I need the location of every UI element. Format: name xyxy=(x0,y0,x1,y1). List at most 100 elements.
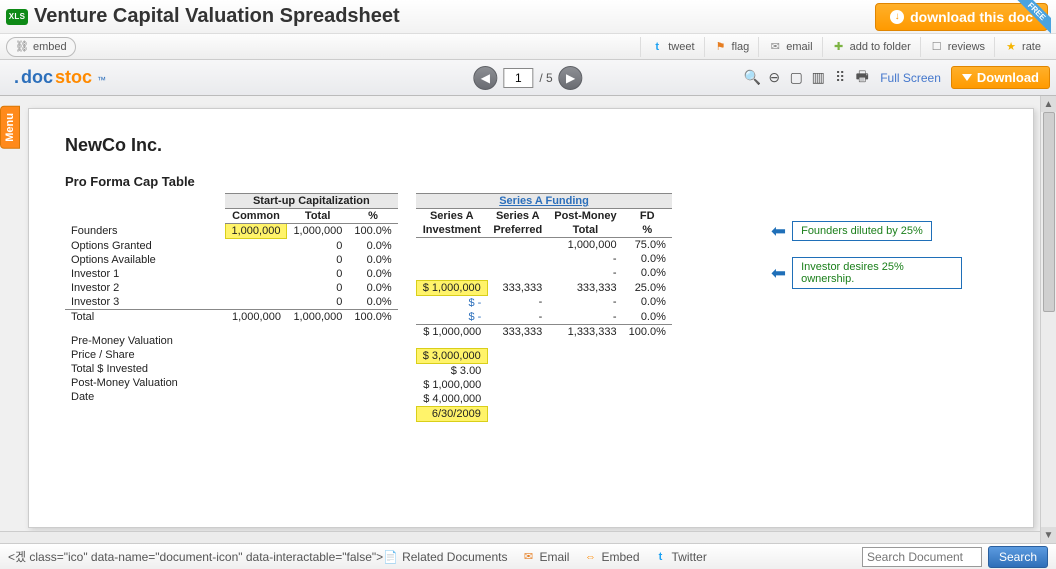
row-fd: 0.0% xyxy=(623,252,672,266)
download-doc-button[interactable]: ↓ download this doc FREE xyxy=(875,3,1048,31)
print-icon[interactable]: 🖶 xyxy=(854,70,870,86)
total-label: Total xyxy=(65,309,225,324)
next-page-button[interactable]: ▶ xyxy=(559,66,583,90)
embed-link[interactable]: ⇔ Embed xyxy=(583,550,639,564)
row-sainv xyxy=(416,266,487,280)
col-sapref-2: Preferred xyxy=(487,223,548,238)
page-number-input[interactable] xyxy=(503,68,533,88)
col-fd-1: FD xyxy=(623,209,672,224)
prev-page-button[interactable]: ◀ xyxy=(473,66,497,90)
fit-width-icon[interactable]: ▥ xyxy=(810,70,826,86)
logo-doc: doc xyxy=(21,67,53,88)
table-row: 1,000,00075.0% xyxy=(416,238,672,253)
summary-label: Total $ Invested xyxy=(65,362,225,376)
total-sainv: $ 1,000,000 xyxy=(416,324,487,339)
col-sainv-2: Investment xyxy=(416,223,487,238)
twitter-link[interactable]: tTwitter xyxy=(654,550,707,564)
embed-button[interactable]: ⛓ embed xyxy=(6,37,76,57)
email-button[interactable]: ✉email xyxy=(758,37,821,57)
row-label: Investor 1 xyxy=(65,267,225,281)
email-link[interactable]: ✉Email xyxy=(521,550,569,564)
docstoc-logo[interactable]: . doc stoc ™ xyxy=(14,67,106,88)
total-sapref: 333,333 xyxy=(487,324,548,339)
scroll-thumb[interactable] xyxy=(1043,112,1055,312)
total-pct: 100.0% xyxy=(348,309,397,324)
callout-1: ⬅ Founders diluted by 25% xyxy=(771,221,962,241)
row-sapref: - xyxy=(487,295,548,310)
add-folder-label: add to folder xyxy=(850,41,911,53)
row-pmtotal: - xyxy=(548,266,622,280)
tweet-button[interactable]: ttweet xyxy=(640,37,703,57)
row-pmtotal: 1,000,000 xyxy=(548,238,622,253)
summary-value-row: $ 3.00 xyxy=(416,364,672,379)
row-sainv: $ 1,000,000 xyxy=(416,280,487,295)
row-total: 0 xyxy=(287,253,348,267)
row-pmtotal: - xyxy=(548,310,622,325)
top-bar: XLS Venture Capital Valuation Spreadshee… xyxy=(0,0,1056,34)
table-row: -0.0% xyxy=(416,252,672,266)
action-bar: ⛓ embed ttweet ⚑flag ✉email ✚add to fold… xyxy=(0,34,1056,60)
row-pct: 0.0% xyxy=(348,281,397,295)
scroll-down-icon[interactable]: ▼ xyxy=(1041,527,1056,543)
summary-value: $ 1,000,000 xyxy=(416,378,487,392)
table-row: Investor 300.0% xyxy=(65,295,398,310)
vertical-scrollbar[interactable]: ▲ ▼ xyxy=(1040,96,1056,543)
embed-icon: ⇔ xyxy=(583,550,597,564)
fullscreen-link[interactable]: Full Screen xyxy=(880,71,941,85)
embed-link-label: Embed xyxy=(601,550,639,564)
free-ribbon-icon: FREE xyxy=(1017,0,1051,34)
row-label: Options Available xyxy=(65,253,225,267)
related-docs-link[interactable]: <겠 class="ico" data-name="document-icon"… xyxy=(8,548,507,565)
twitter-link-label: Twitter xyxy=(672,550,707,564)
callouts: ⬅ Founders diluted by 25% ⬅ Investor des… xyxy=(771,221,962,305)
row-sapref xyxy=(487,266,548,280)
page-total: / 5 xyxy=(539,71,552,85)
menu-tab[interactable]: Menu xyxy=(0,106,20,149)
viewer-right: 🔍 ⊖ ▢ ▥ ⠿ 🖶 Full Screen Download xyxy=(744,66,1050,89)
fit-page-icon[interactable]: ▢ xyxy=(788,70,804,86)
download-doc-label: download this doc xyxy=(910,9,1033,25)
row-pct: 100.0% xyxy=(348,224,397,239)
rate-button[interactable]: ★rate xyxy=(994,37,1050,57)
row-fd: 0.0% xyxy=(623,266,672,280)
reviews-button[interactable]: ☐reviews xyxy=(920,37,994,57)
scroll-up-icon[interactable]: ▲ xyxy=(1041,96,1056,112)
row-pmtotal: - xyxy=(548,295,622,310)
document-title: Venture Capital Valuation Spreadsheet xyxy=(34,5,400,28)
search-button[interactable]: Search xyxy=(988,546,1048,568)
download-button[interactable]: Download xyxy=(951,66,1050,89)
table-row: Investor 200.0% xyxy=(65,281,398,295)
row-label: Investor 2 xyxy=(65,281,225,295)
row-sainv: $ - xyxy=(416,310,487,325)
row-sainv xyxy=(416,252,487,266)
arrow-left-icon: ⬅ xyxy=(771,264,786,282)
add-folder-button[interactable]: ✚add to folder xyxy=(822,37,920,57)
arrow-left-icon: ⬅ xyxy=(771,222,786,240)
summary-row: Post-Money Valuation xyxy=(65,376,398,390)
flag-button[interactable]: ⚑flag xyxy=(704,37,759,57)
col-sainv-1: Series A xyxy=(416,209,487,224)
zoom-out-icon[interactable]: ⊖ xyxy=(766,70,782,86)
summary-value-row: $ 1,000,000 xyxy=(416,378,672,392)
top-left: XLS Venture Capital Valuation Spreadshee… xyxy=(6,5,400,28)
grid-view-icon[interactable]: ⠿ xyxy=(832,70,848,86)
summary-value-row: $ 4,000,000 xyxy=(416,392,672,407)
bottom-right: Search xyxy=(862,546,1048,568)
callout-2: ⬅ Investor desires 25% ownership. xyxy=(771,257,962,289)
table-row: $ ---0.0% xyxy=(416,295,672,310)
table-row: Founders1,000,0001,000,000100.0% xyxy=(65,224,398,239)
row-sapref xyxy=(487,238,548,253)
pager: ◀ / 5 ▶ xyxy=(473,66,582,90)
summary-value: $ 3,000,000 xyxy=(416,349,487,364)
mail-icon: ✉ xyxy=(521,550,535,564)
row-sapref: 333,333 xyxy=(487,280,548,295)
download-triangle-icon xyxy=(962,74,972,81)
table-row: -0.0% xyxy=(416,266,672,280)
summary-value: 6/30/2009 xyxy=(416,407,487,422)
callout-1-text: Founders diluted by 25% xyxy=(792,221,932,241)
search-input[interactable] xyxy=(862,547,982,567)
group-startup: Start-up Capitalization Common Total % F… xyxy=(65,193,398,422)
col-pmtotal-2: Total xyxy=(548,223,622,238)
zoom-in-icon[interactable]: 🔍 xyxy=(744,70,760,86)
horizontal-scrollbar[interactable] xyxy=(0,531,1040,543)
